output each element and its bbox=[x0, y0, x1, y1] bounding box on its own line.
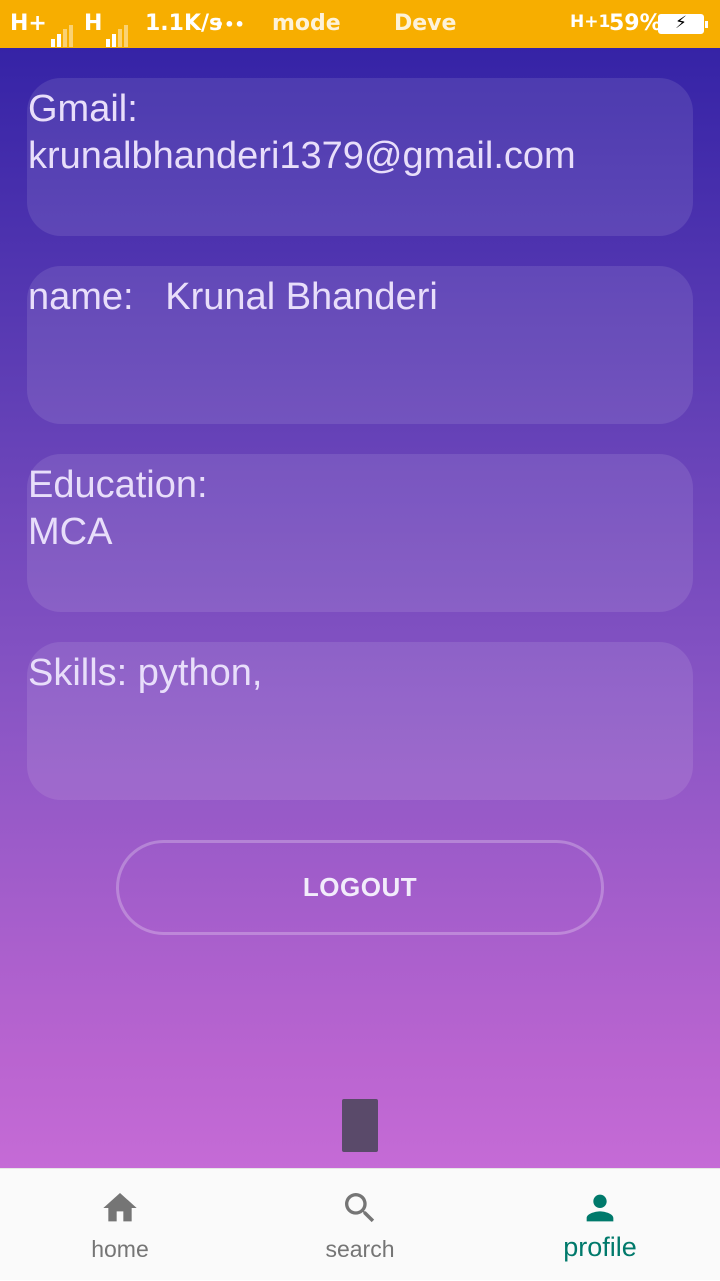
status-bar: H+ H 1.1K/s ••• mode Deve H+1 59% ⚡ bbox=[0, 0, 720, 48]
education-card: Education: MCA bbox=[27, 454, 693, 612]
network-type-1: H+ bbox=[10, 11, 73, 47]
network-speed: 1.1K/s bbox=[145, 11, 223, 36]
name-text: name: Krunal Bhanderi bbox=[28, 276, 438, 318]
skills-text: Skills: python, bbox=[28, 652, 263, 694]
signal-icon bbox=[106, 22, 130, 47]
nav-label-home: home bbox=[91, 1236, 149, 1262]
name-card: name: Krunal Bhanderi bbox=[27, 266, 693, 424]
more-dots-icon: ••• bbox=[214, 15, 245, 34]
skills-card: Skills: python, bbox=[27, 642, 693, 800]
network-type-3: H+1 bbox=[570, 12, 611, 32]
nav-label-search: search bbox=[325, 1236, 395, 1262]
logout-button[interactable]: LOGOUT bbox=[116, 840, 604, 935]
home-icon bbox=[103, 1193, 137, 1222]
profile-screen: Gmail: krunalbhanderi1379@gmail.com name… bbox=[0, 48, 720, 1168]
battery-icon: ⚡ bbox=[658, 13, 708, 34]
gmail-card: Gmail: krunalbhanderi1379@gmail.com bbox=[27, 78, 693, 236]
bottom-navigation: home search profile bbox=[0, 1168, 720, 1280]
search-icon bbox=[345, 1193, 375, 1223]
nav-item-profile[interactable]: profile bbox=[480, 1169, 720, 1281]
education-text: Education: MCA bbox=[28, 464, 208, 553]
notification-text-mode: mode bbox=[272, 11, 341, 36]
network-type-2: H bbox=[84, 11, 129, 47]
nav-item-home[interactable]: home bbox=[0, 1169, 240, 1281]
battery-percent: 59% bbox=[609, 11, 662, 36]
notification-text-deve: Deve bbox=[394, 11, 457, 36]
charging-icon: ⚡ bbox=[675, 13, 687, 33]
nav-item-search[interactable]: search bbox=[240, 1169, 480, 1281]
signal-icon bbox=[50, 22, 75, 47]
gmail-text: Gmail: krunalbhanderi1379@gmail.com bbox=[28, 88, 576, 177]
person-icon bbox=[586, 1194, 614, 1222]
floating-handle[interactable] bbox=[342, 1099, 378, 1152]
nav-label-profile: profile bbox=[563, 1232, 637, 1262]
